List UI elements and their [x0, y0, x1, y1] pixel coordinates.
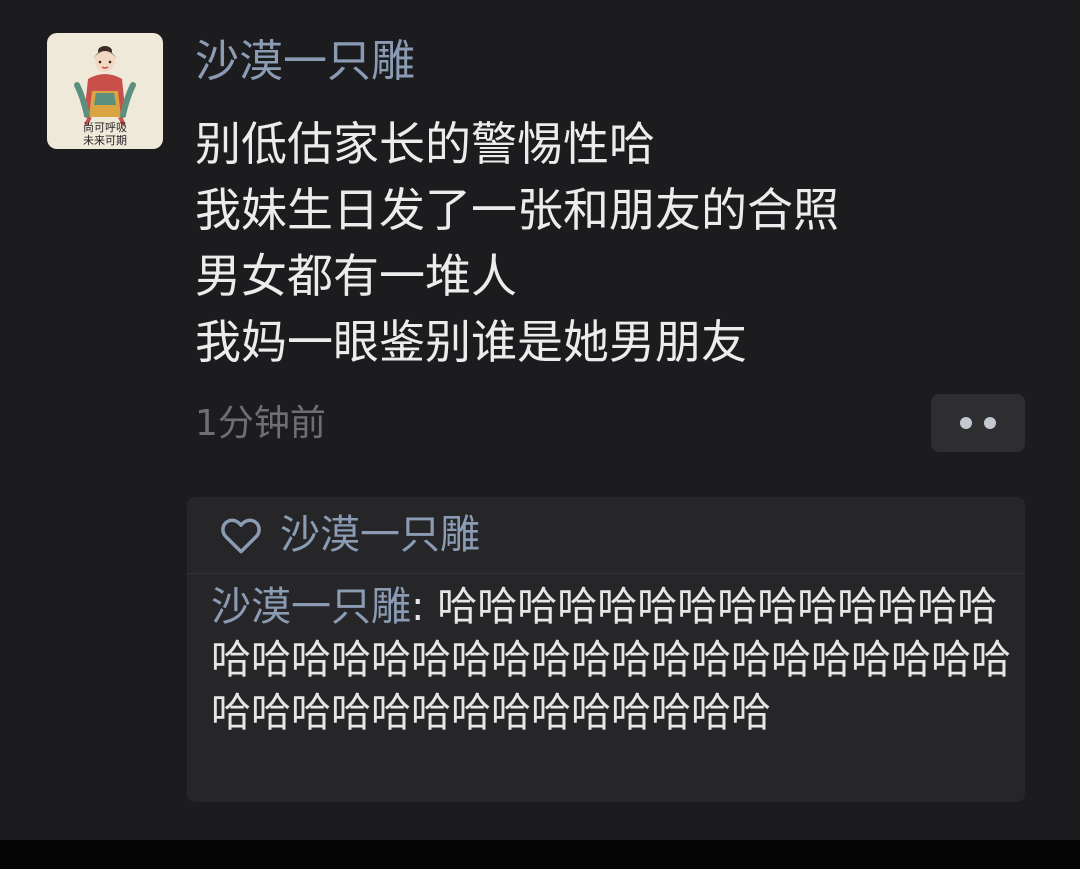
commenter-name[interactable]: 沙漠一只雕 [211, 584, 411, 630]
comment[interactable]: 沙漠一只雕: 哈哈哈哈哈哈哈哈哈哈哈哈哈哈哈哈哈哈哈哈哈哈哈哈哈哈哈哈哈哈哈哈哈… [211, 581, 1011, 740]
post-timestamp: 1分钟前 [195, 403, 326, 444]
post-text: 别低估家长的警惕性哈 我妹生日发了一张和朋友的合照 男女都有一堆人 我妈一眼鉴别… [195, 111, 1035, 375]
avatar-caption-line1: 尚可呼吸 [83, 120, 127, 134]
dot-icon [984, 417, 996, 429]
more-actions-button[interactable] [931, 394, 1025, 452]
liker-name[interactable]: 沙漠一只雕 [280, 507, 480, 563]
post-text-line: 我妈一眼鉴别谁是她男朋友 [195, 315, 747, 369]
post-text-line: 男女都有一堆人 [195, 249, 517, 303]
likes-row: 沙漠一只雕 [187, 497, 1025, 573]
likes-comments-panel: 沙漠一只雕 沙漠一只雕: 哈哈哈哈哈哈哈哈哈哈哈哈哈哈哈哈哈哈哈哈哈哈哈哈哈哈哈… [187, 497, 1025, 802]
post-text-line: 别低估家长的警惕性哈 [195, 117, 655, 171]
panel-divider [187, 573, 1025, 574]
post-author-name[interactable]: 沙漠一只雕 [195, 32, 415, 92]
avatar[interactable]: 尚可呼吸 未来可期 [47, 33, 163, 149]
dot-icon [960, 417, 972, 429]
heart-icon [221, 518, 261, 554]
bottom-bar [0, 840, 1080, 869]
comment-separator: : [411, 584, 438, 630]
avatar-illustration: 尚可呼吸 未来可期 [74, 46, 136, 147]
avatar-caption-line2: 未来可期 [83, 134, 127, 147]
post-text-line: 我妹生日发了一张和朋友的合照 [195, 183, 839, 237]
